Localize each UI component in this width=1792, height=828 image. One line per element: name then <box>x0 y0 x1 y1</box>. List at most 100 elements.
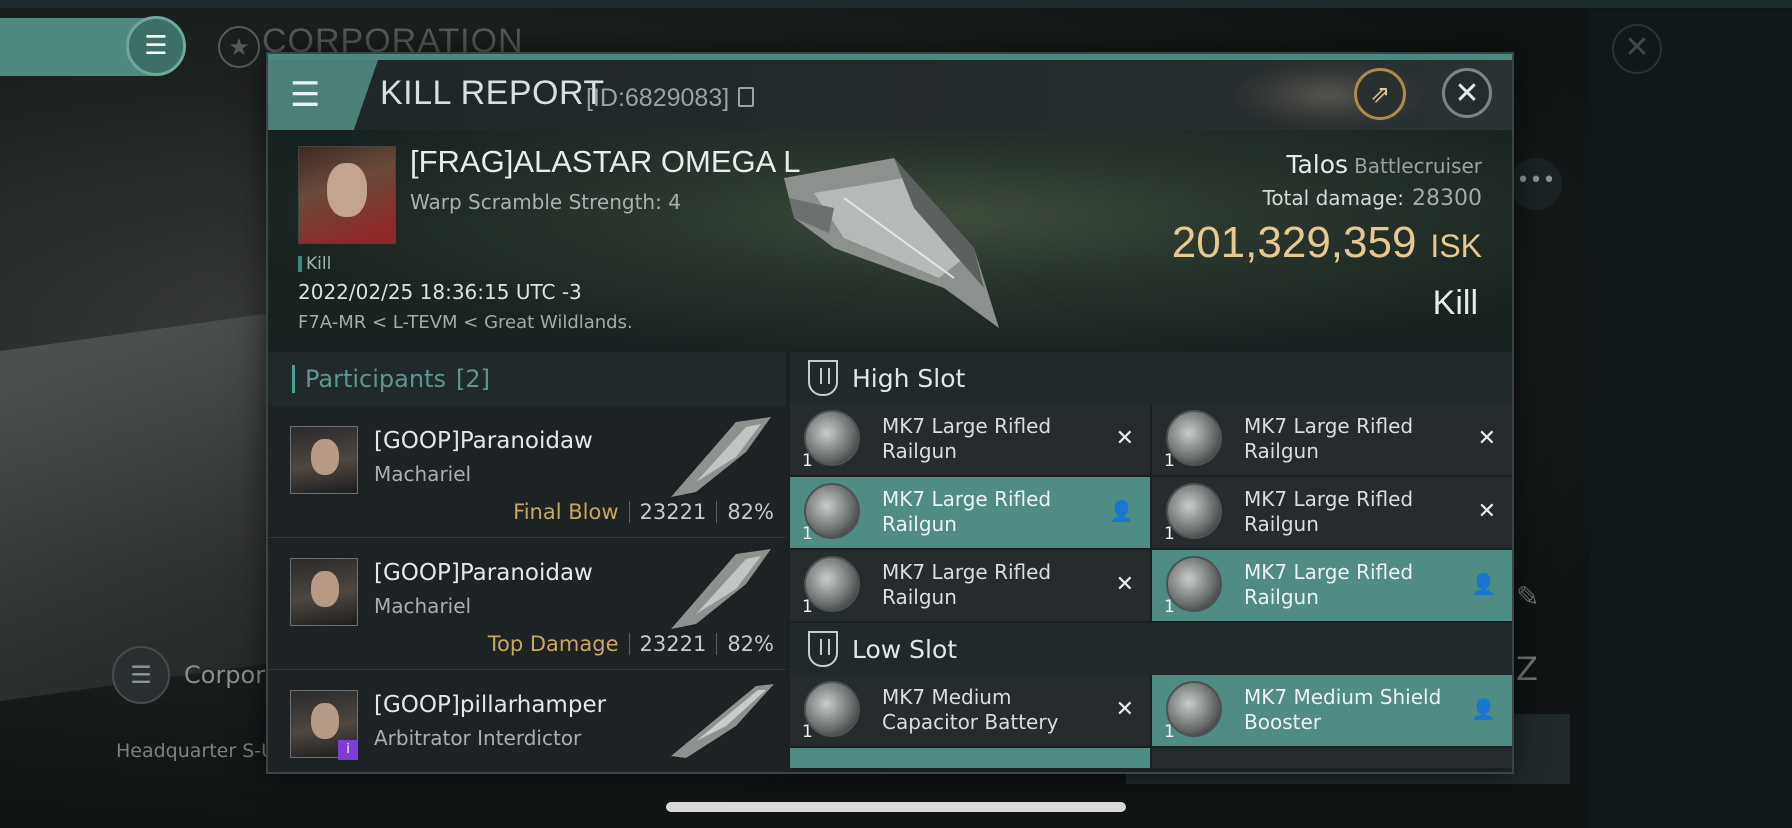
dialog-title: KILL REPORT <box>380 74 605 112</box>
high-slot-header: High Slot <box>790 352 1512 404</box>
hamburger-icon: ☰ <box>290 75 321 115</box>
high-slot-icon <box>808 360 838 396</box>
item-quantity: 1 <box>802 451 813 471</box>
victim-ship-image[interactable] <box>774 138 1004 338</box>
slot-item-partial[interactable] <box>1152 748 1512 768</box>
edit-icon[interactable]: ✎ <box>1516 580 1556 620</box>
item-name: MK7 Large Rifled Railgun <box>882 560 1052 609</box>
participant-name: [GOOP]pillarhamper <box>374 692 607 718</box>
high-slot-grid: 1 MK7 Large Rifled Railgun ✕ 1 MK7 Large… <box>790 404 1512 621</box>
header-bar <box>292 365 295 393</box>
low-slot-grid: 1 MK7 Medium Capacitor Battery ✕ 1 MK7 M… <box>790 675 1512 768</box>
participant-avatar[interactable] <box>290 426 358 494</box>
item-quantity: 1 <box>1164 524 1175 544</box>
participant-stats: Final Blow 23221 82% <box>513 500 774 524</box>
share-button[interactable]: ⇗ <box>1354 68 1406 120</box>
dropped-person-icon: 👤 <box>1471 697 1496 721</box>
damage-label: Total damage: <box>1262 186 1405 210</box>
item-name: MK7 Large Rifled Railgun <box>882 487 1052 536</box>
participant-ship: Machariel <box>374 594 472 618</box>
participant-damage: 23221 <box>639 632 707 656</box>
divider <box>628 501 630 523</box>
background-station-image <box>0 308 300 702</box>
participants-panel: Participants [2] [GOOP]Paranoidaw Machar… <box>268 352 786 772</box>
slot-item[interactable]: 1 MK7 Medium Capacitor Battery ✕ <box>790 675 1150 746</box>
victim-name[interactable]: [FRAG]ALASTAR OMEGA L <box>410 144 800 180</box>
ship-class: Battlecruiser <box>1354 154 1482 178</box>
info-badge-icon: i <box>338 740 358 760</box>
participant-avatar[interactable] <box>290 558 358 626</box>
close-button[interactable]: ✕ <box>1442 68 1492 118</box>
damage-value: 28300 <box>1412 186 1482 211</box>
kill-datetime: 2022/02/25 18:36:15 UTC -3 <box>298 280 582 304</box>
background-corp-row[interactable]: ☰ Corpora <box>112 646 280 704</box>
participants-label: Participants <box>305 365 446 393</box>
high-slot-label: High Slot <box>852 363 966 393</box>
participant-ship: Machariel <box>374 462 472 486</box>
participant-row[interactable]: i [GOOP]pillarhamper Arbitrator Interdic… <box>268 670 786 772</box>
item-quantity: 1 <box>802 722 813 742</box>
divider <box>716 633 718 655</box>
slot-item-partial[interactable] <box>790 748 1150 768</box>
destroyed-icon: ✕ <box>1115 697 1134 722</box>
damage-tag: Top Damage <box>487 632 619 656</box>
slot-item[interactable]: 1 MK7 Large Rifled Railgun 👤 <box>790 477 1150 548</box>
victim-banner: [FRAG]ALASTAR OMEGA L Warp Scramble Stre… <box>268 130 1512 348</box>
participant-ship: Arbitrator Interdictor <box>374 726 582 750</box>
participant-row[interactable]: [GOOP]Paranoidaw Machariel Final Blow 23… <box>268 406 786 538</box>
participant-name: [GOOP]Paranoidaw <box>374 560 593 586</box>
participant-row[interactable]: [GOOP]Paranoidaw Machariel Top Damage 23… <box>268 538 786 670</box>
result-label: Kill <box>1432 284 1478 322</box>
blow-tag: Final Blow <box>513 500 619 524</box>
dropped-person-icon: 👤 <box>1109 499 1134 523</box>
participant-stats: Top Damage 23221 82% <box>488 632 774 656</box>
ship-name: Talos <box>1286 150 1349 179</box>
dropped-person-icon: 👤 <box>1471 572 1496 596</box>
destroyed-icon: ✕ <box>1477 499 1496 524</box>
slot-item[interactable]: 1 MK7 Large Rifled Railgun ✕ <box>1152 477 1512 548</box>
low-slot-icon <box>808 631 838 667</box>
isk-amount: 201,329,359 <box>1171 218 1417 267</box>
low-slot-label: Low Slot <box>852 634 958 664</box>
item-quantity: 1 <box>802 597 813 617</box>
participant-ship-image <box>671 684 774 758</box>
tag-bar <box>298 256 302 272</box>
victim-portrait[interactable] <box>298 146 396 244</box>
headquarter-text: Headquarter S-U <box>116 740 276 762</box>
item-name: MK7 Large Rifled Railgun <box>1244 560 1414 609</box>
slot-item[interactable]: 1 MK7 Medium Shield Booster 👤 <box>1152 675 1512 746</box>
home-indicator[interactable] <box>666 802 1126 812</box>
participant-name: [GOOP]Paranoidaw <box>374 428 593 454</box>
isk-value: 201,329,359 ISK <box>1172 218 1482 268</box>
participant-ship-image <box>671 549 771 629</box>
background-close-icon[interactable]: ✕ <box>1612 24 1662 74</box>
slot-item[interactable]: 1 MK7 Large Rifled Railgun 👤 <box>1152 550 1512 621</box>
participant-percent: 82% <box>727 632 774 656</box>
corporation-star-icon: ★ <box>218 26 260 68</box>
item-name: MK7 Large Rifled Railgun <box>1244 414 1414 463</box>
divider <box>628 633 630 655</box>
more-options-icon[interactable]: ••• <box>1510 158 1562 210</box>
item-name: MK7 Medium Shield Booster <box>1244 685 1442 734</box>
background-right-panel <box>1590 10 1792 828</box>
kill-id: [ID:6829083] <box>586 84 730 112</box>
slot-item[interactable]: 1 MK7 Large Rifled Railgun ✕ <box>790 550 1150 621</box>
kill-tag-text: Kill <box>306 254 332 274</box>
slot-item[interactable]: 1 MK7 Large Rifled Railgun ✕ <box>790 404 1150 475</box>
participant-percent: 82% <box>727 500 774 524</box>
item-quantity: 1 <box>802 524 813 544</box>
participants-header: Participants [2] <box>268 352 786 406</box>
top-strip <box>0 0 1792 8</box>
close-icon: ✕ <box>1454 75 1480 111</box>
corp-list-icon: ☰ <box>112 646 170 704</box>
ship-type[interactable]: Talos Battlecruiser <box>1286 150 1482 179</box>
slot-item[interactable]: 1 MK7 Large Rifled Railgun ✕ <box>1152 404 1512 475</box>
kill-location[interactable]: F7A-MR < L-TEVM < Great Wildlands. <box>298 312 633 333</box>
participant-damage: 23221 <box>639 500 707 524</box>
destroyed-icon: ✕ <box>1115 572 1134 597</box>
copy-icon[interactable] <box>738 87 754 107</box>
item-name: MK7 Medium Capacitor Battery <box>882 685 1059 734</box>
sort-tool-icon[interactable]: Z <box>1516 650 1538 688</box>
item-quantity: 1 <box>1164 597 1175 617</box>
background-menu-icon[interactable]: ☰ <box>126 16 186 76</box>
